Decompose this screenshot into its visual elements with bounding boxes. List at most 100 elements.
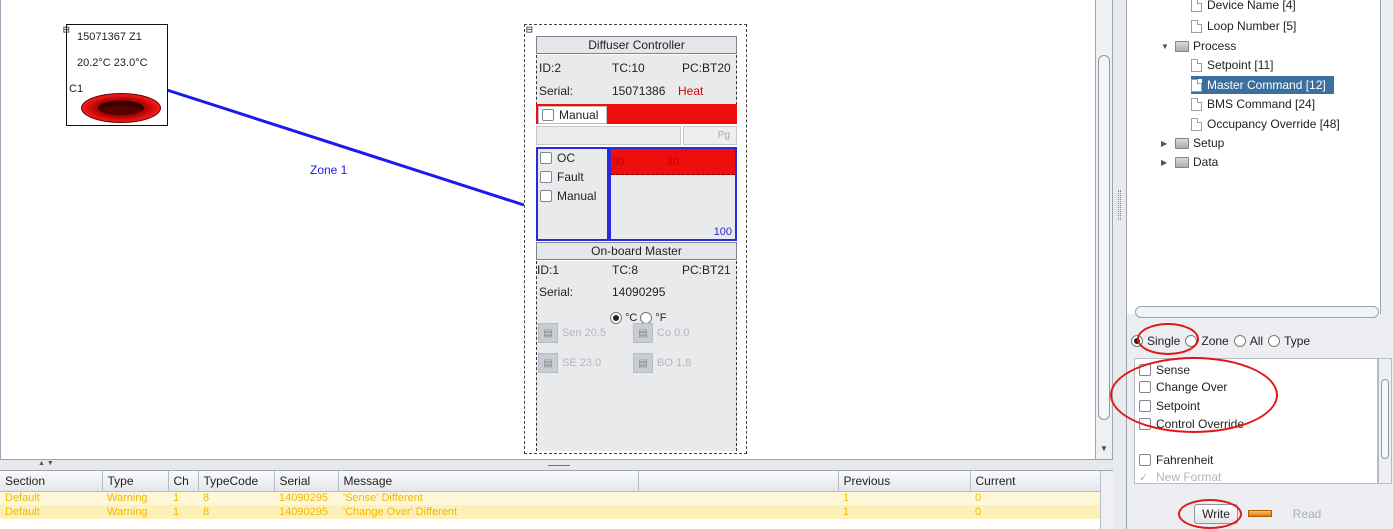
pg-button[interactable]: Pg [683,126,737,145]
control-override-checkbox[interactable]: Control Override [1139,417,1244,431]
write-fields-scrollbar[interactable] [1378,358,1392,484]
change-over-checkbox[interactable]: Change Over [1139,380,1227,394]
type-radio[interactable] [1268,335,1281,347]
table-row[interactable]: Default Warning 1 8 14090295 'Change Ove… [0,505,1100,519]
collapsed-toggle-icon[interactable]: ▶ [1161,139,1171,148]
file-icon [1191,78,1202,92]
read-button[interactable]: Read [1283,504,1331,524]
tree-item-master-command[interactable]: Master Command [12] [1191,76,1334,94]
fault-checkbox[interactable]: Fault [540,170,584,184]
cell-ch: 1 [168,505,198,519]
file-icon [1191,19,1202,33]
tree-item-label: Occupancy Override [48] [1207,117,1340,131]
tree-item-bms-command[interactable]: BMS Command [24] [1191,96,1315,112]
all-radio[interactable] [1233,335,1246,347]
serial-label: Serial: [539,84,574,98]
tree-side-gutter [1381,0,1393,320]
table-row[interactable]: Default Warning 1 8 14090295 'Sense' Dif… [0,491,1100,505]
col-ch[interactable]: Ch [168,471,199,492]
col-spacer[interactable] [638,471,839,492]
setpoint-checkbox-box[interactable] [1139,400,1151,412]
tree-item-setpoint[interactable]: Setpoint [11] [1191,57,1274,73]
control-override-checkbox-box[interactable] [1139,418,1151,430]
controller-id: ID:2 [539,61,562,75]
network-canvas[interactable]: Zone 1 ⊞ 15071367 Z1 20.2°C 23.0°C C1 ⊟ … [0,0,1095,459]
tree-item-label: Data [1193,155,1219,169]
col-message[interactable]: Message [338,471,639,492]
tree-item-label: Loop Number [5] [1207,19,1297,33]
write-progress-indicator [1248,510,1272,517]
manual-checkbox-box[interactable] [542,109,554,121]
celsius-radio[interactable] [610,312,622,324]
status-checks-box: OC Fault Manual [536,147,609,241]
diffuser-node[interactable]: ⊞ 15071367 Z1 20.2°C 23.0°C C1 [63,23,168,126]
scroll-down-icon[interactable]: ▼ [1100,444,1108,453]
sense-checkbox-box[interactable] [1139,364,1151,376]
bottom-splitter[interactable]: ▲ ▼ [0,459,1113,471]
sensor-tile-label: Sen [562,327,582,339]
changeover-tile: ▤ Co 0.0 [633,323,689,343]
canvas-scroll-thumb[interactable] [1098,55,1110,420]
scope-single[interactable]: Single [1131,334,1180,348]
write-button[interactable]: Write [1194,504,1238,524]
col-previous[interactable]: Previous [838,471,971,492]
fahrenheit-checkbox-box[interactable] [1139,454,1151,466]
vertical-splitter[interactable] [1113,0,1127,529]
scope-zone[interactable]: Zone [1185,334,1229,348]
log-header-row: Section Type Ch TypeCode Serial Message … [0,471,1101,492]
oc-checkbox-box[interactable] [540,152,552,164]
status-manual-checkbox[interactable]: Manual [540,189,596,203]
oc-checkbox[interactable]: OC [540,151,575,165]
tree-item-occupancy-override[interactable]: Occupancy Override [48] [1191,116,1340,132]
parameter-tree[interactable]: Device Name [4] Loop Number [5] ▼ Proces… [1127,0,1381,318]
expand-node-icon[interactable]: ⊞ [63,23,70,36]
status-manual-checkbox-box[interactable] [540,190,552,202]
sense-checkbox[interactable]: Sense [1139,363,1190,377]
splitter-arrows-icon[interactable]: ▲ ▼ [38,460,54,467]
col-serial[interactable]: Serial [274,471,339,492]
cell-previous: 1 [838,505,970,519]
master-pc: PC:BT21 [682,263,731,277]
setpoint-label: Setpoint [1156,399,1201,413]
tree-item-loop-number[interactable]: Loop Number [5] [1191,18,1296,34]
tree-horizontal-scrollbar[interactable] [1135,306,1379,318]
sensor-tile-value: 20.5 [584,327,607,339]
col-current[interactable]: Current [970,471,1101,492]
tree-item-label: Device Name [4] [1207,0,1296,12]
expanded-toggle-icon[interactable]: ▼ [1161,42,1171,51]
setpoint-tile-value: 23.0 [579,357,602,369]
fault-checkbox-box[interactable] [540,171,552,183]
col-type[interactable]: Type [102,471,169,492]
file-icon [1191,117,1202,131]
fahrenheit-checkbox[interactable]: Fahrenheit [1139,453,1213,467]
change-over-checkbox-box[interactable] [1139,381,1151,393]
tree-item-device-name[interactable]: Device Name [4] [1191,0,1296,13]
setpoint-tile-label: SE [562,357,577,369]
diffuser-icon [81,93,161,123]
collapse-panel-icon[interactable]: ⊟ [526,23,533,36]
pg-input[interactable] [536,126,681,145]
collapsed-toggle-icon[interactable]: ▶ [1161,158,1171,167]
tree-item-setup[interactable]: ▶ Setup [1161,135,1224,151]
col-section[interactable]: Section [0,471,103,492]
write-fields-scroll-thumb[interactable] [1381,379,1389,459]
tree-item-process[interactable]: ▼ Process [1161,38,1236,54]
zone-radio[interactable] [1185,335,1198,347]
scope-all[interactable]: All [1233,334,1263,348]
setpoint-checkbox[interactable]: Setpoint [1139,399,1200,413]
scope-type[interactable]: Type [1268,334,1310,348]
splitter-grip[interactable] [548,465,570,466]
canvas-vertical-scrollbar[interactable]: ▼ [1095,0,1113,459]
bo-tile-label: BO [657,357,673,369]
cell-section: Default [0,505,102,519]
splitter-grip-handle[interactable] [1118,190,1121,220]
log-vertical-scrollbar[interactable] [1100,471,1113,529]
tree-item-data[interactable]: ▶ Data [1161,154,1218,170]
tree-item-label: Setup [1193,136,1225,150]
bo-tile: ▤ BO 1.8 [633,353,691,373]
manual-checkbox[interactable]: Manual [538,106,607,124]
single-radio[interactable] [1131,335,1143,347]
write-fields-list: Sense Change Over Setpoint Control Overr… [1134,358,1378,484]
diffuser-controller-panel[interactable]: ⊟ Diffuser Controller ID:2 TC:10 PC:BT20… [524,23,747,454]
col-typecode[interactable]: TypeCode [198,471,275,492]
